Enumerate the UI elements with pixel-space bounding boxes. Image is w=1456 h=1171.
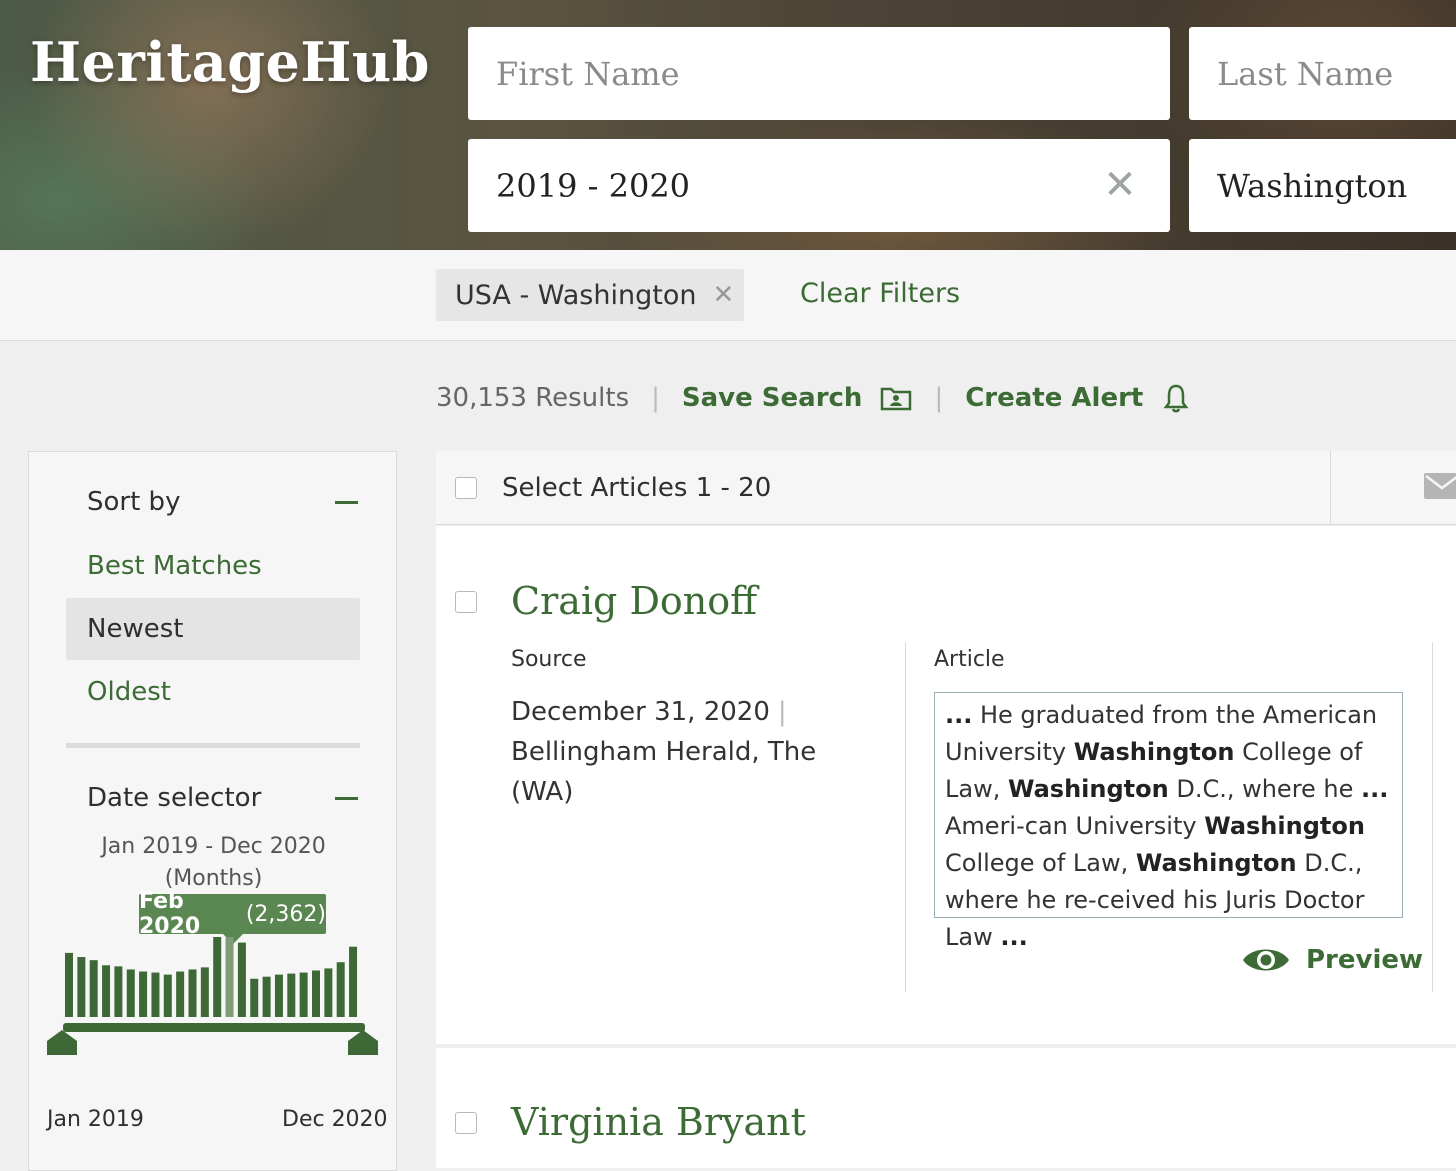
sort-option-label: Newest: [87, 614, 184, 644]
article-excerpt: ... He graduated from the American Unive…: [934, 692, 1403, 951]
clear-filters-link[interactable]: Clear Filters: [800, 278, 960, 309]
histogram-bar[interactable]: [262, 976, 271, 1017]
record-publication: Bellingham Herald, The (WA): [511, 737, 817, 807]
toolbar-divider: |: [934, 383, 944, 413]
date-range-value: 2019 - 2020: [496, 166, 691, 205]
range-handle-start[interactable]: [47, 1030, 77, 1055]
histogram-bar[interactable]: [126, 969, 135, 1017]
histogram-bar[interactable]: [114, 966, 123, 1017]
sort-option-label: Oldest: [87, 677, 171, 707]
place-input[interactable]: Washington: [1189, 139, 1456, 232]
select-all-checkbox[interactable]: [455, 477, 477, 499]
histogram-bar[interactable]: [324, 968, 333, 1017]
filter-bar: USA - Washington ✕ Clear Filters: [0, 250, 1456, 341]
eye-icon: [1243, 949, 1289, 971]
histogram-bar[interactable]: [225, 937, 234, 1017]
first-name-placeholder: First Name: [496, 54, 680, 93]
histogram-bar[interactable]: [77, 957, 86, 1017]
histogram-bar[interactable]: [250, 978, 259, 1017]
results-count: 30,153 Results: [436, 383, 630, 413]
save-search-link[interactable]: Save Search: [682, 383, 863, 413]
histogram-bar[interactable]: [200, 967, 209, 1017]
collapse-sort-icon[interactable]: [335, 501, 358, 504]
select-articles-label: Select Articles 1 - 20: [502, 473, 772, 503]
toolbar-divider: |: [651, 383, 660, 413]
sort-heading: Sort by: [87, 487, 181, 517]
header-divider: [1330, 451, 1331, 525]
sort-option-best-matches[interactable]: Best Matches: [66, 535, 360, 597]
range-handle-end[interactable]: [348, 1030, 378, 1055]
range-start-label: Jan 2019: [47, 1107, 144, 1132]
last-name-input[interactable]: Last Name: [1189, 27, 1456, 120]
histogram-bar[interactable]: [274, 974, 283, 1017]
histogram-bar[interactable]: [151, 972, 160, 1017]
last-name-placeholder: Last Name: [1217, 54, 1394, 93]
article-heading: Article: [934, 647, 1005, 672]
result-card: Virginia Bryant: [436, 1048, 1456, 1168]
record-title[interactable]: Virginia Bryant: [511, 1100, 806, 1144]
source-divider: |: [777, 697, 787, 727]
record-checkbox[interactable]: [455, 1112, 477, 1134]
tooltip-count: (2,362): [245, 901, 326, 927]
filter-chip-label: USA - Washington: [455, 279, 697, 311]
results-list-header: Select Articles 1 - 20: [436, 451, 1456, 525]
histogram-bar[interactable]: [65, 952, 73, 1017]
filter-chip[interactable]: USA - Washington ✕: [436, 269, 744, 321]
collapse-date-icon[interactable]: [335, 797, 358, 800]
histogram-bar[interactable]: [349, 946, 358, 1017]
histogram-bar[interactable]: [163, 974, 172, 1017]
date-histogram[interactable]: [47, 937, 387, 1102]
header-banner: HeritageHub First Name Last Name 2019 - …: [0, 0, 1456, 250]
first-name-input[interactable]: First Name: [468, 27, 1170, 120]
histogram-bar[interactable]: [287, 973, 296, 1017]
date-range-input[interactable]: 2019 - 2020 ✕: [468, 139, 1170, 232]
folder-icon[interactable]: [880, 385, 912, 411]
histogram-bar[interactable]: [89, 960, 98, 1017]
range-slider-track[interactable]: [63, 1023, 365, 1032]
place-value: Washington: [1217, 166, 1408, 205]
brand-logo[interactable]: HeritageHub: [30, 30, 430, 94]
create-alert-link[interactable]: Create Alert: [965, 383, 1143, 413]
histogram-bar[interactable]: [139, 971, 148, 1017]
histogram-bar[interactable]: [102, 965, 111, 1017]
record-checkbox[interactable]: [455, 591, 477, 613]
preview-button[interactable]: Preview: [1242, 944, 1423, 976]
sort-option-oldest[interactable]: Oldest: [66, 661, 360, 723]
tooltip-month: Feb 2020: [139, 889, 201, 939]
clear-date-icon[interactable]: ✕: [1100, 165, 1140, 205]
bell-icon[interactable]: [1161, 383, 1191, 413]
record-title[interactable]: Craig Donoff: [511, 579, 757, 623]
histogram-bar[interactable]: [176, 971, 185, 1017]
range-end-label: Dec 2020: [282, 1107, 388, 1132]
sidebar-panel: Sort by Best Matches Newest Oldest Date …: [28, 451, 397, 1171]
remove-filter-icon[interactable]: ✕: [712, 280, 734, 310]
histogram-bar[interactable]: [213, 937, 222, 1017]
date-selector-heading: Date selector: [87, 783, 262, 813]
histogram-bar[interactable]: [188, 969, 197, 1017]
column-divider: [1432, 642, 1433, 992]
sort-option-label: Best Matches: [87, 551, 262, 581]
histogram-bar[interactable]: [336, 962, 345, 1017]
date-range-summary: Jan 2019 - Dec 2020: [101, 834, 326, 859]
email-icon[interactable]: [1424, 473, 1456, 503]
histogram-bar[interactable]: [299, 972, 308, 1017]
column-divider: [905, 642, 906, 992]
histogram-bar[interactable]: [237, 942, 246, 1017]
sort-option-newest[interactable]: Newest: [66, 598, 360, 660]
source-heading: Source: [511, 647, 587, 672]
preview-label: Preview: [1306, 945, 1424, 975]
histogram-bar[interactable]: [312, 970, 320, 1017]
sidebar-divider: [66, 743, 360, 748]
result-card: Craig Donoff Source December 31, 2020 | B…: [436, 526, 1456, 1044]
results-toolbar: 30,153 Results | Save Search | Create Al…: [436, 378, 1191, 418]
source-details: December 31, 2020 | Bellingham Herald, Th…: [511, 692, 841, 812]
histogram-tooltip: Feb 2020 (2,362): [139, 889, 326, 944]
record-date: December 31, 2020: [511, 697, 770, 727]
